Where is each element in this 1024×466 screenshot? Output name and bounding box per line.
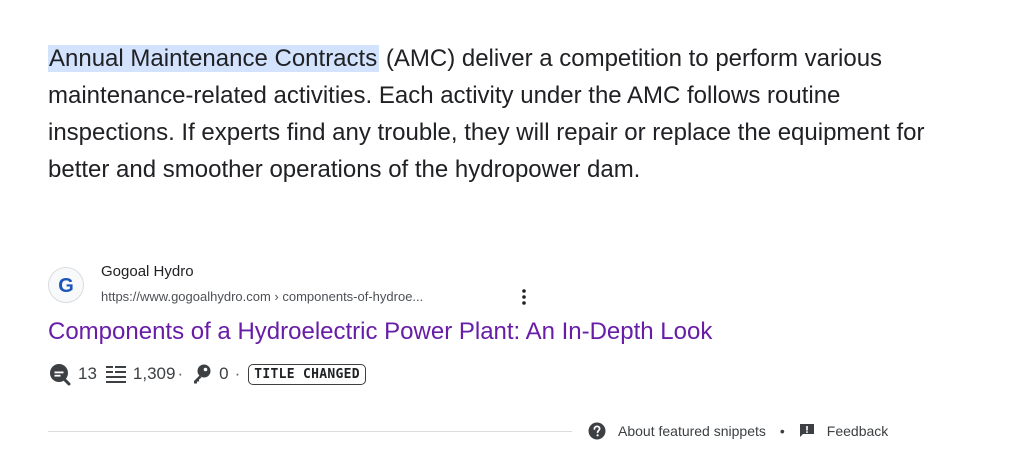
help-circle-icon [588, 422, 606, 440]
about-featured-snippets-link[interactable]: About featured snippets [588, 422, 766, 440]
feedback-label: Feedback [826, 423, 889, 439]
site-url: https://www.gogoalhydro.com › components… [101, 289, 424, 304]
text-lines-icon [105, 364, 127, 384]
more-options-button[interactable] [514, 286, 534, 308]
key-icon [191, 363, 213, 385]
keys-count: 0 [219, 364, 229, 383]
feedback-link[interactable]: Feedback [799, 423, 888, 439]
featured-snippet-text: Annual Maintenance Contracts (AMC) deliv… [48, 40, 948, 188]
result-meta-row: 13 1,309 · 0 · TITLE CHANGED [48, 362, 366, 386]
comments-count: 13 [78, 364, 97, 383]
snippet-footer: About featured snippets • Feedback [588, 420, 888, 442]
footer-separator: • [779, 423, 785, 439]
site-name: Gogoal Hydro [101, 263, 194, 280]
meta-separator: · [177, 364, 184, 383]
result-title-link[interactable]: Components of a Hydroelectric Power Plan… [48, 318, 712, 346]
about-featured-snippets-label: About featured snippets [618, 423, 766, 439]
search-bubble-icon [48, 362, 72, 386]
snippet-highlight: Annual Maintenance Contracts [48, 45, 380, 72]
three-dots-vertical-icon [522, 289, 526, 305]
word-count: 1,309 [132, 364, 176, 383]
result-source[interactable]: G Gogoal Hydro https://www.gogoalhydro.c… [48, 261, 608, 305]
svg-text:G: G [58, 275, 74, 296]
site-favicon: G [48, 267, 84, 303]
title-changed-badge: TITLE CHANGED [248, 363, 366, 385]
meta-separator: · [234, 364, 241, 383]
gogoal-logo-icon: G [58, 275, 74, 296]
footer-divider [48, 431, 572, 432]
feedback-icon [799, 424, 814, 437]
